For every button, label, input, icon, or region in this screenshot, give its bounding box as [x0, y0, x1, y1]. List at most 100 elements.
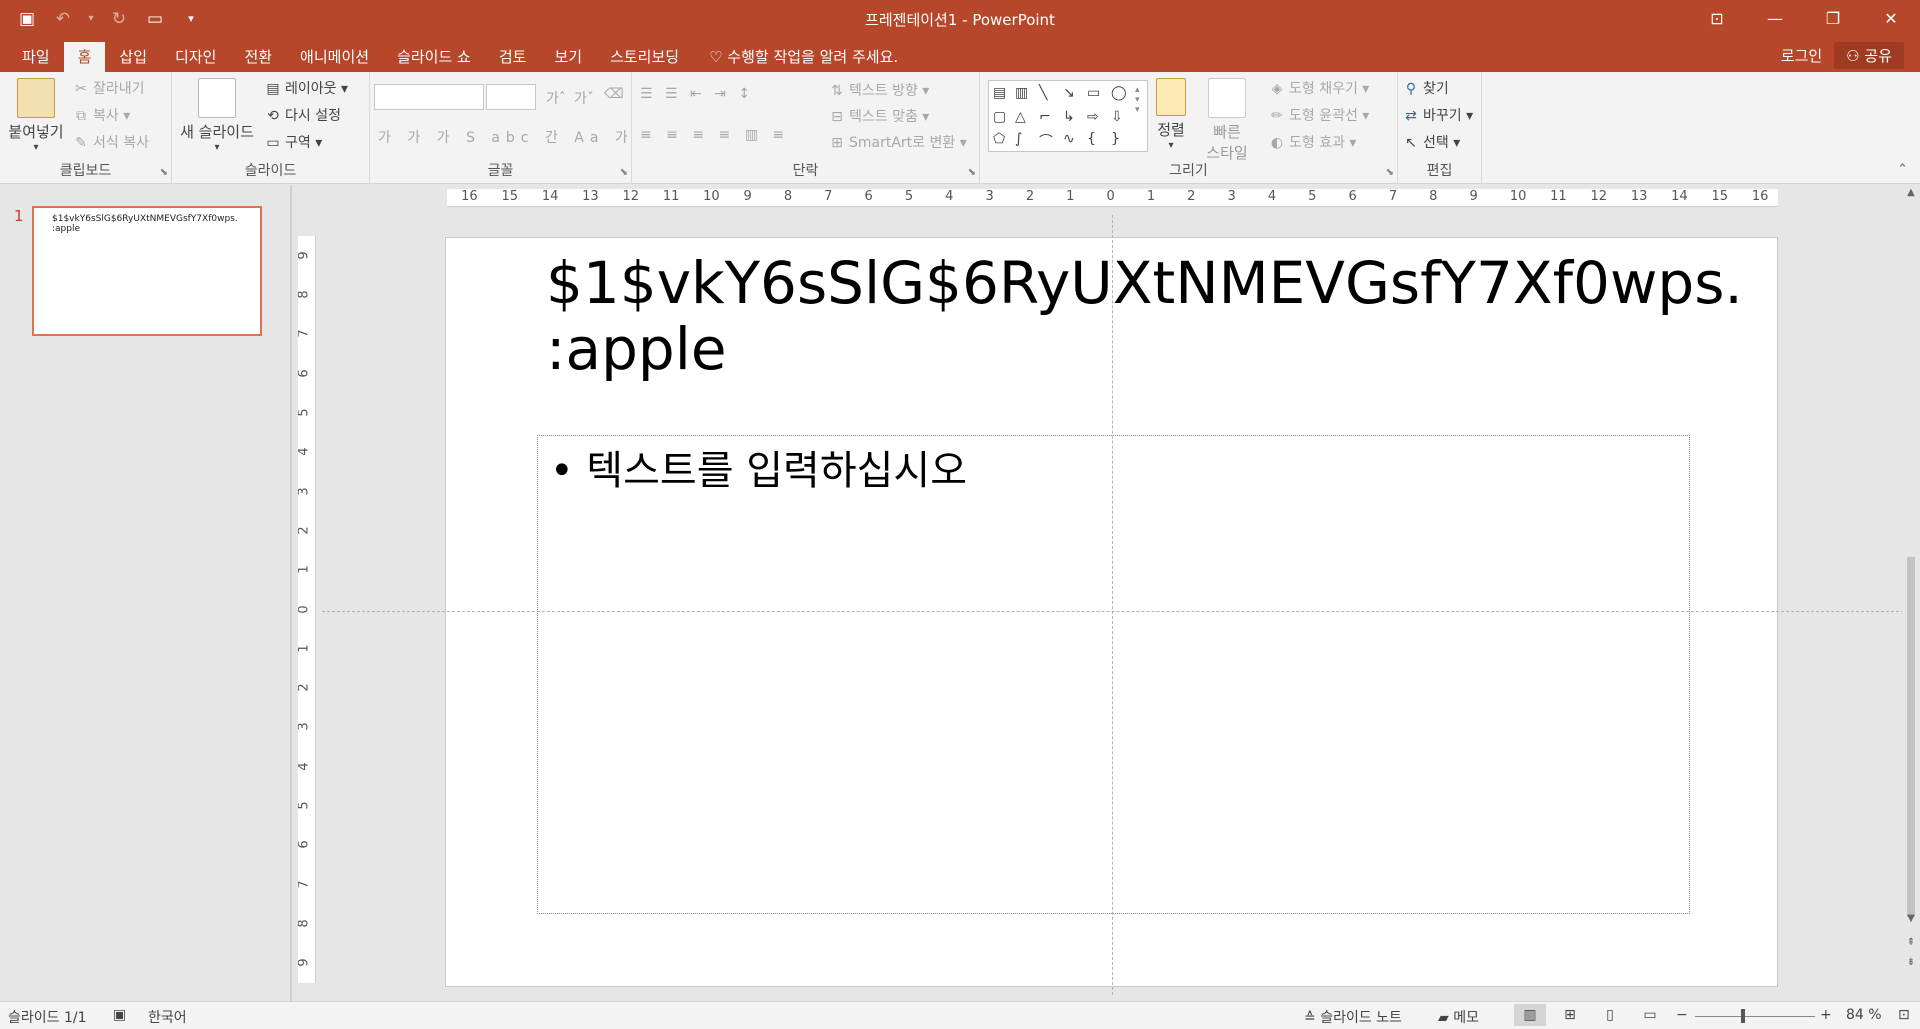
- shapes-gallery[interactable]: ▤ ▥ ╲ ↘ ▭ ◯ ▢ △ ⌐ ↳ ⇨ ⇩ ⬠ ∫ ⌒ ∿ { } ▴ ▾ ▾: [988, 80, 1148, 152]
- clear-formatting-icon[interactable]: ⌫: [604, 86, 624, 102]
- font-formatting-row[interactable]: 가 가 가 S abc 간 Aa 가: [378, 127, 634, 147]
- horizontal-guide[interactable]: [322, 611, 1904, 612]
- sign-in-link[interactable]: 로그인: [1781, 45, 1822, 66]
- zoom-out-icon[interactable]: −: [1676, 1007, 1688, 1023]
- zoom-in-icon[interactable]: +: [1820, 1007, 1832, 1023]
- oval-icon[interactable]: ◯: [1111, 85, 1127, 101]
- close-icon[interactable]: ✕: [1862, 0, 1920, 38]
- curve-icon[interactable]: ∿: [1063, 131, 1075, 147]
- arrange-button[interactable]: 정렬 ▾: [1148, 78, 1194, 151]
- tab-insert[interactable]: 삽입: [105, 42, 161, 72]
- shape-outline-button[interactable]: ✏ 도형 윤곽선 ▾: [1268, 105, 1369, 125]
- tab-design[interactable]: 디자인: [161, 42, 230, 72]
- vertical-scrollbar[interactable]: ▲ ▼ ⇞ ⇟: [1902, 185, 1920, 1001]
- normal-view-icon[interactable]: ▥: [1514, 1004, 1546, 1026]
- zoom-slider[interactable]: [1695, 1016, 1815, 1017]
- find-button[interactable]: ⚲ 찾기: [1402, 78, 1449, 98]
- vertical-textbox-icon[interactable]: ▥: [1015, 85, 1028, 101]
- shape-effects-button[interactable]: ◐ 도형 효과 ▾: [1268, 132, 1357, 152]
- slide-title[interactable]: $1$vkY6sSlG$6RyUXtNMEVGsfY7Xf0wps. :appl…: [546, 250, 1743, 382]
- tab-review[interactable]: 검토: [485, 42, 541, 72]
- slide-thumbnail[interactable]: $1$vkY6sSlG$6RyUXtNMEVGsfY7Xf0wps. :appl…: [32, 206, 262, 336]
- reset-button[interactable]: ⟲ 다시 설정: [264, 105, 341, 125]
- scrollbar-thumb[interactable]: [1907, 557, 1915, 917]
- format-painter-button[interactable]: ✎ 서식 복사: [72, 132, 149, 152]
- brace-icon[interactable]: {: [1087, 131, 1096, 147]
- paragraph-dialog-launcher-icon[interactable]: ⬊: [968, 167, 976, 178]
- tab-home[interactable]: 홈: [63, 42, 106, 72]
- increase-font-size-icon[interactable]: 가ˆ: [546, 88, 566, 108]
- slide-sorter-view-icon[interactable]: ⊞: [1554, 1004, 1586, 1026]
- smartart-button[interactable]: ⊞ SmartArt로 변환 ▾: [828, 132, 967, 152]
- brace-close-icon[interactable]: }: [1111, 131, 1120, 147]
- restore-icon[interactable]: ❐: [1804, 0, 1862, 38]
- quick-styles-icon: [1208, 78, 1246, 118]
- vertical-ruler: 9 8 7 6 5 4 3 2 1 0 1 2 3 4 5 6 7 8 9: [298, 236, 316, 983]
- drawing-dialog-launcher-icon[interactable]: ⬊: [1386, 167, 1394, 178]
- tab-storyboarding[interactable]: 스토리보딩: [596, 42, 693, 72]
- scribble-icon[interactable]: ∫: [1015, 131, 1022, 147]
- align-text-button[interactable]: ⊟ 텍스트 맞춤 ▾: [828, 106, 929, 126]
- new-slide-button[interactable]: 새 슬라이드 ▾: [176, 78, 258, 153]
- copy-button[interactable]: ⧉ 복사 ▾: [72, 105, 130, 125]
- arrow-line-icon[interactable]: ↘: [1063, 85, 1075, 101]
- replace-button[interactable]: ⇄ 바꾸기 ▾: [1402, 105, 1473, 125]
- down-arrow-icon[interactable]: ⇩: [1111, 109, 1123, 125]
- tab-transitions[interactable]: 전환: [230, 42, 286, 72]
- connector-icon[interactable]: ⌐: [1039, 109, 1051, 125]
- decrease-font-size-icon[interactable]: 가ˇ: [574, 88, 594, 108]
- tab-animations[interactable]: 애니메이션: [286, 42, 383, 72]
- ruler-tick-label: 13: [582, 189, 599, 204]
- ribbon-display-options-icon[interactable]: ⊡: [1688, 0, 1746, 38]
- freeform-icon[interactable]: ⬠: [993, 131, 1005, 147]
- elbow-arrow-icon[interactable]: ↳: [1063, 109, 1075, 125]
- cut-button[interactable]: ✂ 잘라내기: [72, 78, 144, 98]
- zoom-level[interactable]: 84 %: [1846, 1007, 1882, 1023]
- pane-splitter[interactable]: [290, 185, 292, 1001]
- alignment-row[interactable]: ≡ ≡ ≡ ≡ ▥ ≡: [640, 127, 789, 143]
- scroll-up-icon[interactable]: ▲: [1902, 187, 1920, 198]
- gallery-scroll-icon[interactable]: ▴ ▾ ▾: [1135, 85, 1140, 115]
- zoom-slider-thumb[interactable]: [1741, 1009, 1745, 1023]
- text-direction-button[interactable]: ⇅ 텍스트 방향 ▾: [828, 80, 929, 100]
- minimize-icon[interactable]: —: [1746, 0, 1804, 38]
- right-arrow-icon[interactable]: ⇨: [1087, 109, 1099, 125]
- font-size-combo[interactable]: [486, 84, 536, 110]
- paste-button[interactable]: 붙여넣기 ▾: [6, 78, 66, 153]
- rounded-rect-icon[interactable]: ▢: [993, 109, 1006, 125]
- tab-slide-show[interactable]: 슬라이드 쇼: [383, 42, 485, 72]
- select-button[interactable]: ↖ 선택 ▾: [1402, 132, 1460, 152]
- share-button[interactable]: ⚇ 공유: [1834, 42, 1904, 69]
- tab-file[interactable]: 파일: [8, 42, 64, 72]
- notes-button[interactable]: ≙ 슬라이드 노트: [1304, 1007, 1402, 1027]
- layout-button[interactable]: ▤ 레이아웃 ▾: [264, 78, 348, 98]
- scroll-down-icon[interactable]: ▼: [1902, 913, 1920, 924]
- section-button[interactable]: ▭ 구역 ▾: [264, 132, 322, 152]
- comments-button[interactable]: ▰ 메모: [1438, 1007, 1479, 1027]
- previous-slide-icon[interactable]: ⇞: [1902, 937, 1920, 948]
- shape-fill-button[interactable]: ◈ 도형 채우기 ▾: [1268, 78, 1370, 98]
- list-buttons-row[interactable]: ☰ ☰ ⇤ ⇥ ↕: [640, 86, 754, 102]
- quick-styles-button[interactable]: 빠른 스타일: [1198, 78, 1256, 163]
- tell-me-box[interactable]: ♡ 수행할 작업을 알려 주세요.: [693, 42, 912, 72]
- reading-view-icon[interactable]: ▯: [1594, 1004, 1626, 1026]
- fit-slide-icon[interactable]: ⊡: [1898, 1007, 1910, 1023]
- line-icon[interactable]: ╲: [1039, 85, 1047, 101]
- arc-icon[interactable]: ⌒: [1039, 131, 1053, 151]
- collapse-ribbon-icon[interactable]: ⌃: [1897, 162, 1908, 177]
- language-indicator[interactable]: 한국어: [148, 1007, 187, 1027]
- tab-view[interactable]: 보기: [540, 42, 596, 72]
- triangle-icon[interactable]: △: [1015, 109, 1026, 125]
- next-slide-icon[interactable]: ⇟: [1902, 957, 1920, 968]
- spell-check-icon[interactable]: ▣: [113, 1007, 126, 1023]
- align-text-label: 텍스트 맞춤: [849, 109, 918, 125]
- dialog-launcher-icon[interactable]: ⬊: [160, 167, 168, 178]
- rectangle-icon[interactable]: ▭: [1087, 85, 1100, 101]
- ribbon-tab-bar: 파일 홈 삽입 디자인 전환 애니메이션 슬라이드 쇼 검토 보기 스토리보딩 …: [0, 38, 1920, 72]
- font-name-combo[interactable]: [374, 84, 484, 110]
- font-dialog-launcher-icon[interactable]: ⬊: [620, 167, 628, 178]
- textbox-icon[interactable]: ▤: [993, 85, 1006, 101]
- slide-show-view-icon[interactable]: ▭: [1634, 1004, 1666, 1026]
- content-placeholder[interactable]: • 텍스트를 입력하십시오: [537, 435, 1690, 914]
- vertical-guide[interactable]: [1112, 215, 1113, 995]
